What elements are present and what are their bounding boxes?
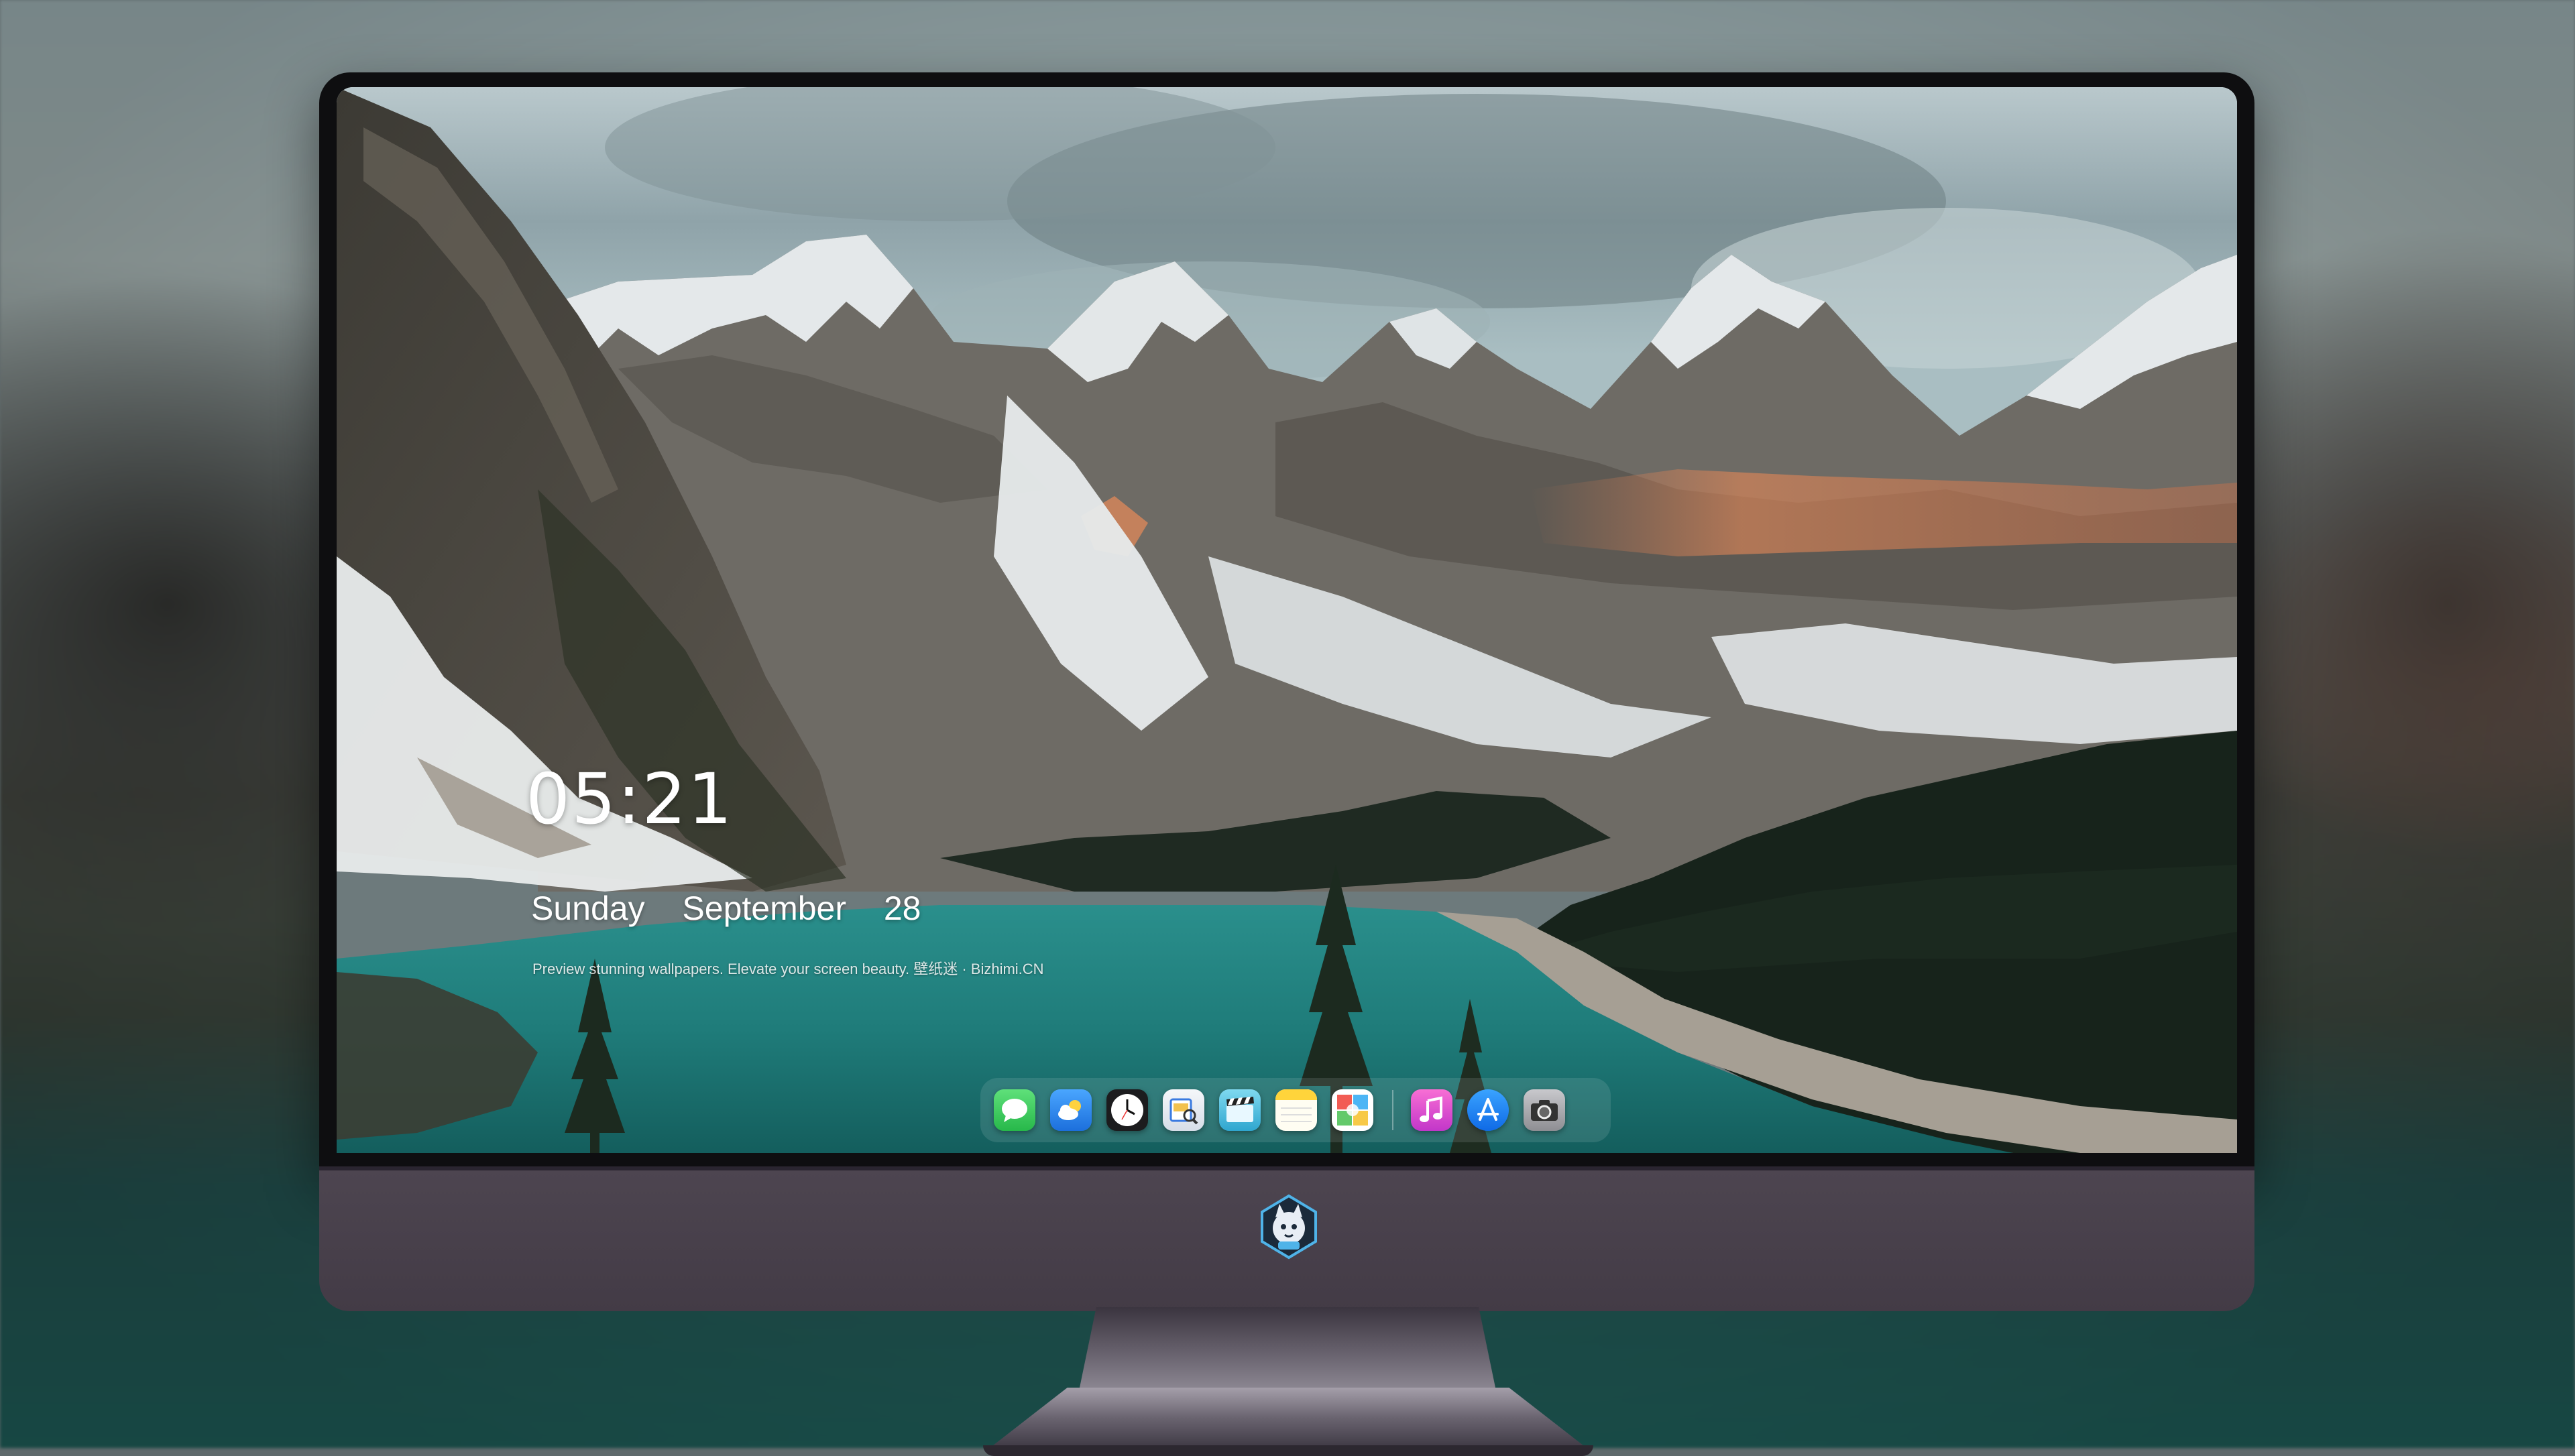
date-weekday: Sunday [531,890,645,927]
lockscreen-clock: 05:21 [526,758,734,840]
video-editor-icon[interactable] [1219,1089,1261,1131]
mascot-logo-icon [1261,1194,1317,1260]
photo-gallery-icon[interactable] [1332,1089,1373,1131]
messages-icon[interactable] [994,1089,1035,1131]
mountain-lake-wallpaper [337,87,2237,1153]
date-day: 28 [883,890,921,927]
app-store-icon[interactable] [1467,1089,1509,1131]
monitor-stand-neck [1080,1307,1495,1388]
weather-icon[interactable] [1050,1089,1092,1131]
monitor-bezel: 05:21 Sunday September 28 Preview stunni… [319,72,2254,1172]
camera-icon[interactable] [1524,1089,1565,1131]
music-icon[interactable] [1411,1089,1452,1131]
preview-icon[interactable] [1163,1089,1204,1131]
lockscreen-date: Sunday September 28 [531,892,921,925]
wallpaper-caption: Preview stunning wallpapers. Elevate you… [532,961,1044,977]
monitor: 05:21 Sunday September 28 Preview stunni… [319,72,2254,1456]
clock-icon[interactable] [1106,1089,1148,1131]
screen: 05:21 Sunday September 28 Preview stunni… [337,87,2237,1153]
dock-separator [1392,1090,1393,1130]
monitor-stand-foot [983,1445,1593,1456]
notes-icon[interactable] [1275,1089,1317,1131]
date-month: September [682,890,846,927]
monitor-stand-base [990,1388,1587,1448]
dock [980,1078,1611,1142]
